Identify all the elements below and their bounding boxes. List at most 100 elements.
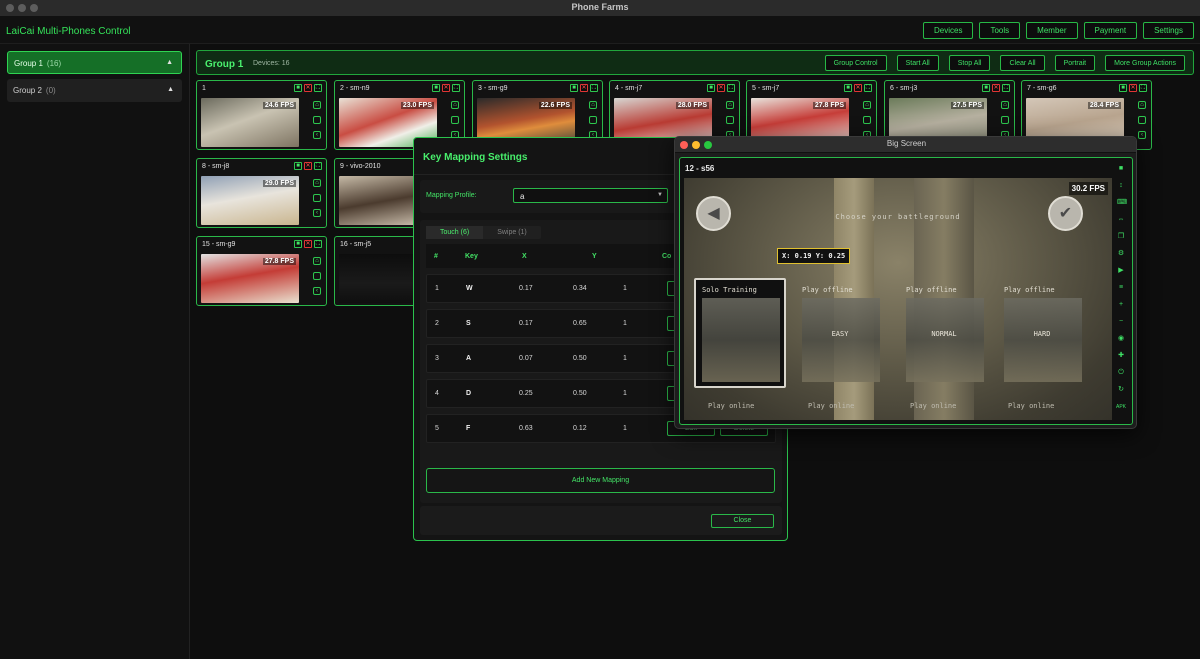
stop-icon[interactable]: ■ bbox=[982, 84, 990, 92]
sidebar-group-1[interactable]: Group 1 (16) ▲ bbox=[7, 51, 182, 74]
stop-icon[interactable]: ■ bbox=[294, 162, 302, 170]
video-icon[interactable]: ▶ bbox=[1117, 266, 1125, 276]
play-online-label[interactable]: Play online bbox=[910, 402, 956, 410]
square-icon[interactable] bbox=[589, 116, 597, 124]
close-icon[interactable]: ✕ bbox=[717, 84, 725, 92]
nav-devices-button[interactable]: Devices bbox=[923, 22, 974, 39]
square-icon[interactable] bbox=[313, 272, 321, 280]
home-icon[interactable]: ⌂ bbox=[863, 101, 871, 109]
close-icon[interactable]: ✕ bbox=[304, 162, 312, 170]
nav-tools-button[interactable]: Tools bbox=[979, 22, 1021, 39]
close-icon[interactable]: ✕ bbox=[854, 84, 862, 92]
close-button[interactable]: Close bbox=[711, 514, 774, 528]
device-screen[interactable]: 27.8 FPS bbox=[201, 254, 299, 303]
home-icon[interactable]: ⌂ bbox=[451, 101, 459, 109]
device-card[interactable]: 15 - sm-g9 ■ ✕ ⛶ 27.8 FPS ⌂ ‹ bbox=[196, 236, 327, 306]
stop-icon[interactable]: ■ bbox=[1117, 164, 1125, 174]
home-icon[interactable]: ⌂ bbox=[1001, 101, 1009, 109]
mode-solo-training[interactable]: Solo Training bbox=[694, 278, 786, 388]
close-icon[interactable]: ✕ bbox=[304, 240, 312, 248]
collapse-arrow-icon[interactable]: ▲ bbox=[166, 59, 173, 66]
apk-install-button[interactable]: APK bbox=[1115, 402, 1127, 412]
square-icon[interactable] bbox=[451, 116, 459, 124]
stop-icon[interactable]: ■ bbox=[432, 84, 440, 92]
back-icon[interactable]: ‹ bbox=[313, 209, 321, 217]
home-icon[interactable]: ⌂ bbox=[313, 179, 321, 187]
square-icon[interactable] bbox=[726, 116, 734, 124]
close-icon[interactable]: ✕ bbox=[1129, 84, 1137, 92]
stop-icon[interactable]: ■ bbox=[707, 84, 715, 92]
square-icon[interactable] bbox=[1001, 116, 1009, 124]
play-online-label[interactable]: Play online bbox=[1008, 402, 1054, 410]
group-control-button[interactable]: Group Control bbox=[824, 55, 887, 71]
nav-member-button[interactable]: Member bbox=[1026, 22, 1078, 39]
device-screen[interactable]: 29.0 FPS bbox=[201, 176, 299, 225]
arrows-horizontal-icon[interactable]: ⇔ bbox=[1117, 215, 1125, 225]
power-icon[interactable]: ⏻ bbox=[1117, 368, 1125, 378]
square-icon[interactable] bbox=[1138, 116, 1146, 124]
home-icon[interactable]: ⌂ bbox=[313, 257, 321, 265]
profile-select[interactable]: a ▼ bbox=[513, 188, 668, 203]
stop-icon[interactable]: ■ bbox=[570, 84, 578, 92]
portrait-button[interactable]: Portrait bbox=[1054, 55, 1096, 71]
copy-icon[interactable]: ❐ bbox=[1117, 232, 1125, 242]
close-icon[interactable]: ✕ bbox=[992, 84, 1000, 92]
device-card[interactable]: 8 - sm-j8 ■ ✕ ⛶ 29.0 FPS ⌂ ‹ bbox=[196, 158, 327, 228]
expand-icon[interactable]: ⛶ bbox=[727, 84, 735, 92]
start-all-button[interactable]: Start All bbox=[896, 55, 939, 71]
device-card[interactable]: 1 ■ ✕ ⛶ 24.6 FPS ⌂ ‹ bbox=[196, 80, 327, 150]
square-icon[interactable] bbox=[313, 116, 321, 124]
nav-payment-button[interactable]: Payment bbox=[1083, 22, 1138, 39]
back-icon[interactable]: ‹ bbox=[1138, 131, 1146, 139]
add-new-mapping-button[interactable]: Add New Mapping bbox=[426, 468, 775, 493]
game-heading: Choose your battleground bbox=[835, 213, 961, 221]
expand-icon[interactable]: ⛶ bbox=[314, 162, 322, 170]
more-group-actions-button[interactable]: More Group Actions bbox=[1105, 55, 1185, 71]
collapse-arrow-icon[interactable]: ▲ bbox=[167, 86, 174, 93]
tab-swipe[interactable]: Swipe (1) bbox=[483, 226, 541, 239]
back-icon[interactable]: ‹ bbox=[313, 287, 321, 295]
expand-icon[interactable]: ⛶ bbox=[1139, 84, 1147, 92]
layers-icon[interactable]: ≡ bbox=[1117, 283, 1125, 293]
expand-icon[interactable]: ⛶ bbox=[314, 84, 322, 92]
close-icon[interactable]: ✕ bbox=[442, 84, 450, 92]
rotate-icon[interactable]: ↻ bbox=[1117, 385, 1125, 395]
stop-icon[interactable]: ■ bbox=[844, 84, 852, 92]
arrows-vertical-icon[interactable]: ↕ bbox=[1117, 181, 1125, 191]
expand-icon[interactable]: ⛶ bbox=[864, 84, 872, 92]
square-icon[interactable] bbox=[313, 194, 321, 202]
device-screen[interactable]: 24.6 FPS bbox=[201, 98, 299, 147]
tab-touch[interactable]: Touch (6) bbox=[426, 226, 484, 239]
keyboard-icon[interactable]: ⌨ bbox=[1117, 198, 1127, 208]
gamepad-icon[interactable]: ✚ bbox=[1117, 351, 1125, 361]
mode-play-offline-hard[interactable]: Play offline HARD bbox=[996, 278, 1088, 388]
volume-up-icon[interactable]: + bbox=[1117, 300, 1125, 310]
stop-icon[interactable]: ■ bbox=[294, 240, 302, 248]
expand-icon[interactable]: ⛶ bbox=[314, 240, 322, 248]
square-icon[interactable] bbox=[863, 116, 871, 124]
mode-play-offline-easy[interactable]: Play offline EASY bbox=[794, 278, 886, 388]
stop-all-button[interactable]: Stop All bbox=[948, 55, 991, 71]
home-icon[interactable]: ⌂ bbox=[313, 101, 321, 109]
home-icon[interactable]: ⌂ bbox=[589, 101, 597, 109]
home-icon[interactable]: ⌂ bbox=[1138, 101, 1146, 109]
stop-icon[interactable]: ■ bbox=[1119, 84, 1127, 92]
device-screen[interactable]: ◀ ✔ 30.2 FPS Choose your battleground X:… bbox=[684, 178, 1112, 420]
home-icon[interactable]: ⌂ bbox=[726, 101, 734, 109]
play-online-label[interactable]: Play online bbox=[708, 402, 754, 410]
nav-settings-button[interactable]: Settings bbox=[1143, 22, 1194, 39]
camera-icon[interactable]: ◉ bbox=[1117, 334, 1125, 344]
expand-icon[interactable]: ⛶ bbox=[1002, 84, 1010, 92]
mode-play-offline-normal[interactable]: Play offline NORMAL bbox=[898, 278, 990, 388]
volume-down-icon[interactable]: − bbox=[1117, 317, 1125, 327]
expand-icon[interactable]: ⛶ bbox=[452, 84, 460, 92]
back-icon[interactable]: ‹ bbox=[313, 131, 321, 139]
stop-icon[interactable]: ■ bbox=[294, 84, 302, 92]
play-online-label[interactable]: Play online bbox=[808, 402, 854, 410]
sidebar-group-2[interactable]: Group 2 (0) ▲ bbox=[7, 79, 182, 102]
clear-all-button[interactable]: Clear All bbox=[1000, 55, 1045, 71]
close-icon[interactable]: ✕ bbox=[304, 84, 312, 92]
expand-icon[interactable]: ⛶ bbox=[590, 84, 598, 92]
settings-icon[interactable]: ⚙ bbox=[1117, 249, 1125, 259]
close-icon[interactable]: ✕ bbox=[580, 84, 588, 92]
